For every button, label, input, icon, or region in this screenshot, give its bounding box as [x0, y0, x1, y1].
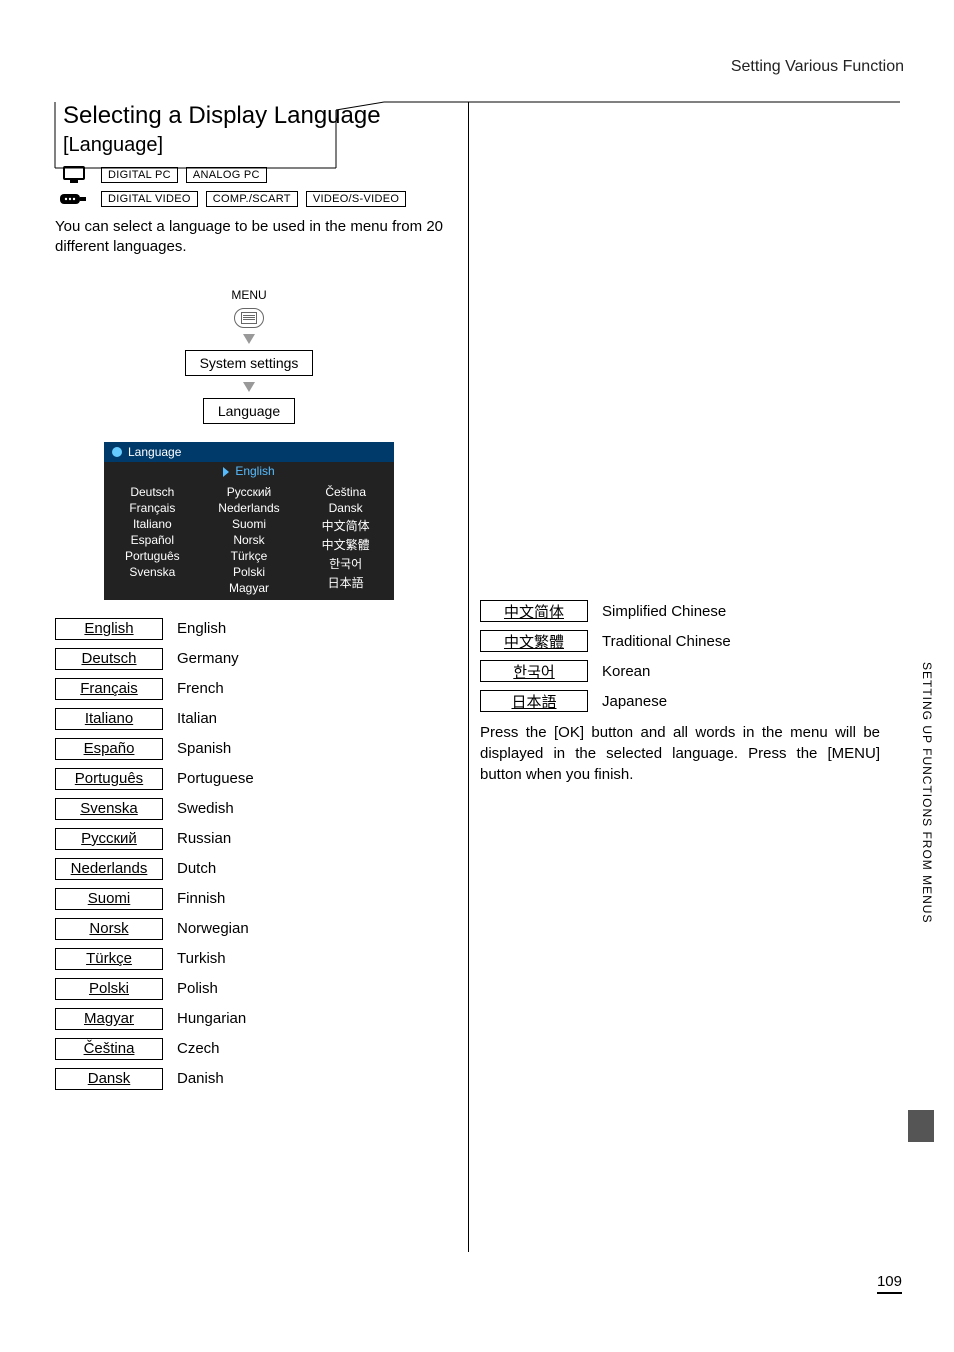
osd-col-2: РусскийNederlandsSuomi NorskTürkçePolski… — [201, 484, 298, 596]
language-option-button[interactable]: Русский — [55, 828, 163, 850]
language-description: English — [177, 620, 226, 637]
language-row: 한국어 Korean — [480, 660, 880, 682]
intro-paragraph: You can select a language to be used in … — [55, 217, 443, 258]
language-description: Korean — [602, 663, 650, 680]
menu-navigation-flow: MENU System settings Language — [55, 288, 443, 424]
language-option-button[interactable]: Français — [55, 678, 163, 700]
language-option-button[interactable]: 中文简体 — [480, 600, 588, 622]
language-row: Français French — [55, 678, 443, 700]
section-subtitle: [Language] — [63, 134, 443, 157]
badge-video-svideo: VIDEO/S-VIDEO — [306, 191, 406, 207]
language-row: Magyar Hungarian — [55, 1008, 443, 1030]
language-row: Português Portuguese — [55, 768, 443, 790]
language-row: 中文简体 Simplified Chinese — [480, 600, 880, 622]
monitor-icon — [55, 165, 93, 185]
badge-digital-video: DIGITAL VIDEO — [101, 191, 198, 207]
arrow-down-icon — [243, 334, 255, 344]
language-option-button[interactable]: 日本語 — [480, 690, 588, 712]
language-description: Polish — [177, 980, 218, 997]
language-option-button[interactable]: Nederlands — [55, 858, 163, 880]
connector-icon — [55, 191, 93, 207]
language-row: Türkçe Turkish — [55, 948, 443, 970]
language-row: Italiano Italian — [55, 708, 443, 730]
language-row: Suomi Finnish — [55, 888, 443, 910]
flow-step-system-settings: System settings — [185, 350, 314, 376]
badge-comp-scart: COMP./SCART — [206, 191, 298, 207]
language-option-button[interactable]: 한국어 — [480, 660, 588, 682]
language-description: French — [177, 680, 224, 697]
flow-step-language: Language — [203, 398, 295, 424]
language-description: Russian — [177, 830, 231, 847]
language-option-button[interactable]: Polski — [55, 978, 163, 1000]
language-row: Dansk Danish — [55, 1068, 443, 1090]
menu-label: MENU — [231, 288, 266, 302]
language-description: Spanish — [177, 740, 231, 757]
language-description: Traditional Chinese — [602, 633, 731, 650]
language-option-button[interactable]: Português — [55, 768, 163, 790]
language-description: Italian — [177, 710, 217, 727]
language-row: Nederlands Dutch — [55, 858, 443, 880]
instruction-paragraph: Press the [OK] button and all words in t… — [480, 722, 880, 785]
osd-header-title: Language — [128, 445, 181, 459]
language-description: Danish — [177, 1070, 224, 1087]
language-row: Čeština Czech — [55, 1038, 443, 1060]
language-option-button[interactable]: Deutsch — [55, 648, 163, 670]
language-row: 中文繁體 Traditional Chinese — [480, 630, 880, 652]
osd-screenshot: Language English DeutschFrançaisItaliano… — [104, 442, 394, 600]
language-row: English English — [55, 618, 443, 640]
osd-header-icon — [112, 447, 122, 457]
language-row: Deutsch Germany — [55, 648, 443, 670]
language-description: Turkish — [177, 950, 226, 967]
osd-selected: English — [235, 464, 274, 478]
language-description: Norwegian — [177, 920, 249, 937]
language-option-button[interactable]: Dansk — [55, 1068, 163, 1090]
language-option-button[interactable]: Türkçe — [55, 948, 163, 970]
osd-col-3: ČeštinaDansk中文简体 中文繁體한국어日本語 — [297, 484, 394, 596]
language-row: Polski Polish — [55, 978, 443, 1000]
language-option-button[interactable]: Suomi — [55, 888, 163, 910]
badge-digital-pc: DIGITAL PC — [101, 167, 178, 183]
arrow-down-icon — [243, 382, 255, 392]
language-option-button[interactable]: Čeština — [55, 1038, 163, 1060]
language-list-right: 中文简体 Simplified Chinese 中文繁體 Traditional Ch… — [480, 600, 880, 712]
language-option-button[interactable]: English — [55, 618, 163, 640]
language-description: Simplified Chinese — [602, 603, 726, 620]
language-row: Svenska Swedish — [55, 798, 443, 820]
language-row: Norsk Norwegian — [55, 918, 443, 940]
menu-button-icon — [234, 308, 264, 328]
language-option-button[interactable]: Norsk — [55, 918, 163, 940]
language-description: Japanese — [602, 693, 667, 710]
osd-col-1: DeutschFrançaisItaliano EspañolPortuguês… — [104, 484, 201, 596]
language-description: Portuguese — [177, 770, 254, 787]
language-description: Czech — [177, 1040, 220, 1057]
language-description: Germany — [177, 650, 239, 667]
language-row: Españo Spanish — [55, 738, 443, 760]
section-title: Selecting a Display Language — [63, 102, 443, 130]
language-list-left: English English Deutsch Germany Français Fren… — [55, 618, 443, 1090]
language-description: Swedish — [177, 800, 234, 817]
language-row: Русский Russian — [55, 828, 443, 850]
language-row: 日本語 Japanese — [480, 690, 880, 712]
language-option-button[interactable]: 中文繁體 — [480, 630, 588, 652]
column-divider — [468, 102, 469, 1252]
language-description: Finnish — [177, 890, 225, 907]
language-option-button[interactable]: Magyar — [55, 1008, 163, 1030]
badge-analog-pc: ANALOG PC — [186, 167, 267, 183]
language-option-button[interactable]: Italiano — [55, 708, 163, 730]
language-option-button[interactable]: Svenska — [55, 798, 163, 820]
language-description: Dutch — [177, 860, 216, 877]
language-option-button[interactable]: Españo — [55, 738, 163, 760]
language-description: Hungarian — [177, 1010, 246, 1027]
osd-caret-icon — [223, 467, 229, 477]
